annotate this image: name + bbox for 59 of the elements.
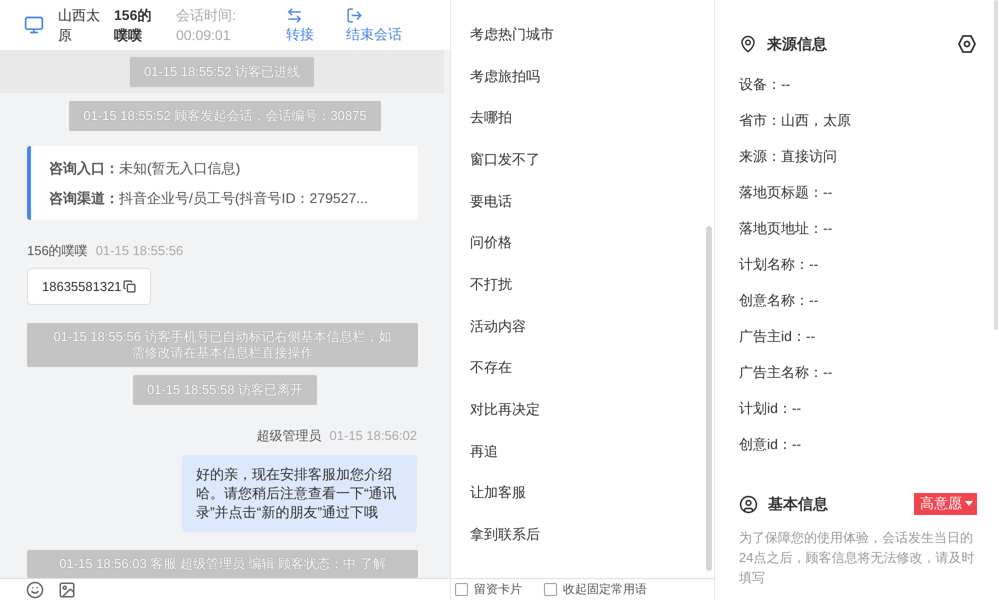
quick-reply-item[interactable]: 不存在 — [451, 348, 708, 390]
transfer-button[interactable]: 转接 — [286, 6, 326, 44]
visitor-name: 156的噗噗 — [114, 6, 152, 45]
quick-reply-item[interactable]: 窗口发不了 — [451, 139, 708, 181]
visitor-location: 山西太原 — [58, 6, 100, 45]
info-field: 创意id：-- — [739, 434, 977, 454]
caret-icon — [965, 501, 973, 507]
section-title: 基本信息 — [768, 494, 829, 514]
swap-arrows-icon — [286, 6, 303, 24]
info-field: 省市：山西，太原 — [739, 110, 977, 130]
quick-reply-item[interactable]: 拿到联系后 — [451, 514, 708, 556]
location-pin-icon — [739, 35, 757, 53]
message-bubble: 好的亲，现在安排客服加您介绍哈。请您稍后注意查看一下“通讯录”并点击“新的朋友”通过下哦 — [182, 455, 417, 532]
intent-tag[interactable]: 高意愿 — [914, 493, 977, 515]
quick-reply-item[interactable]: 问价格 — [451, 222, 708, 264]
notice-text: 为了保障您的使用体验，会话发生当日的24点之后，顾客信息将无法修改，请及时填写 — [739, 529, 976, 587]
system-message: 01-15 18:56:03 客服 超级管理员 编辑 顾客状态：中 了解 — [27, 550, 418, 578]
system-message: 01-15 18:55:58 访客已离开 — [132, 375, 318, 405]
info-field: 创意名称：-- — [739, 290, 977, 310]
quick-reply-item[interactable]: 考虑热门城市 — [451, 14, 708, 56]
copy-icon[interactable] — [122, 280, 136, 293]
message-bubble: 18635581321 — [27, 268, 151, 305]
emoji-icon[interactable] — [26, 580, 44, 598]
settings-icon[interactable] — [957, 34, 977, 54]
sender-name: 156的噗噗 01-15 18:55:56 — [27, 242, 184, 260]
checkbox[interactable] — [455, 583, 468, 596]
user-icon — [739, 494, 758, 514]
checkbox-label: 留资卡片 — [474, 581, 522, 598]
monitor-icon — [24, 15, 44, 35]
info-field: 设备：-- — [739, 74, 977, 94]
exit-icon — [346, 6, 363, 24]
system-message: 01-15 18:55:56 访客手机号已自动标记右侧基本信息栏，如需修改请在基本信息栏直接操作 — [27, 323, 418, 367]
info-field: 落地页地址：-- — [739, 218, 977, 238]
image-icon[interactable] — [58, 580, 76, 598]
info-line: 咨询渠道：抖音企业号/员工号(抖音号ID：279527... — [49, 189, 369, 208]
quick-reply-item[interactable]: 让加客服 — [451, 472, 708, 514]
info-line: 咨询入口：未知(暂无入口信息) — [49, 159, 242, 178]
duration-value: 00:09:01 — [176, 26, 232, 45]
quick-reply-item[interactable]: 活动内容 — [451, 306, 708, 348]
system-message: 01-15 18:55:52 访客已进线 — [130, 56, 314, 86]
duration-label: 会话时间: — [176, 6, 237, 25]
info-field: 计划id：-- — [739, 398, 977, 418]
quick-reply-item[interactable]: 不打扰 — [451, 264, 708, 306]
checkbox[interactable] — [544, 583, 557, 596]
info-field: 广告主id：-- — [739, 326, 977, 346]
info-field: 落地页标题：-- — [739, 182, 977, 202]
info-field: 来源：直接访问 — [739, 146, 977, 166]
info-field: 广告主名称：-- — [739, 362, 977, 382]
section-title: 来源信息 — [767, 34, 828, 54]
quick-reply-item[interactable]: 要电话 — [451, 180, 708, 222]
quick-reply-item[interactable]: 对比再决定 — [451, 389, 708, 431]
quick-reply-item[interactable]: 去哪拍 — [451, 97, 708, 140]
quick-reply-item[interactable]: 考虑旅拍吗 — [451, 56, 708, 98]
checkbox-label: 收起固定常用语 — [563, 581, 647, 598]
end-session-button[interactable]: 结束会话 — [346, 6, 402, 44]
info-field: 计划名称：-- — [739, 254, 977, 274]
quick-reply-item[interactable]: 再追 — [451, 430, 708, 473]
sender-name: 超级管理员 01-15 18:56:02 — [256, 427, 417, 445]
system-message: 01-15 18:55:52 顾客发起会话，会话编号：30875 — [69, 101, 381, 131]
